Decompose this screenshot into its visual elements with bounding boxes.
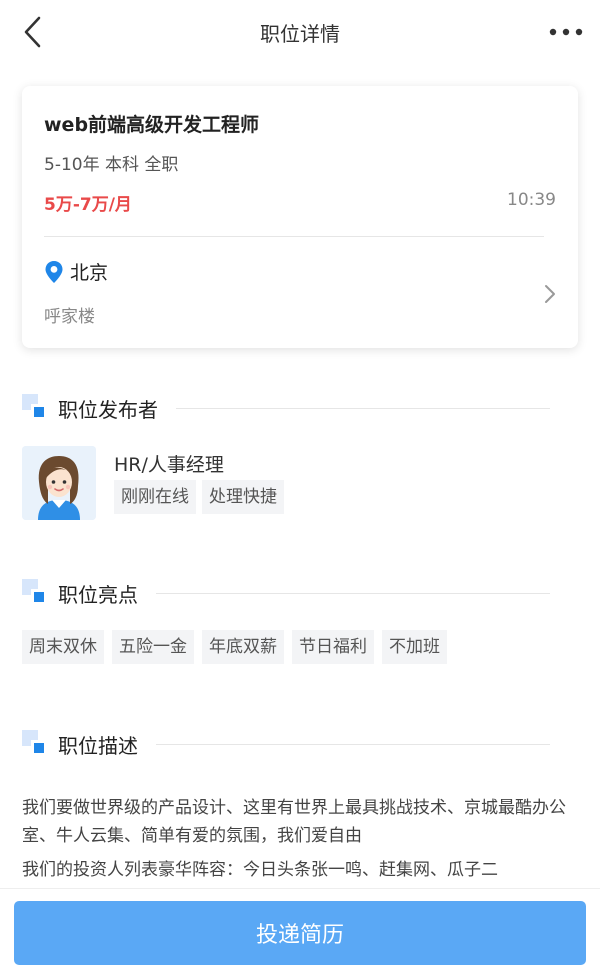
location-row[interactable]: 北京 [44, 258, 108, 285]
location-pin-icon [45, 260, 63, 283]
page-title: 职位详情 [260, 22, 340, 46]
publisher-tags: 刚刚在线 处理快捷 [114, 480, 284, 514]
female-avatar-icon [22, 446, 96, 520]
apply-resume-button[interactable]: 投递简历 [14, 901, 586, 965]
job-description: 我们要做世界级的产品设计、这里有世界上最具挑战技术、京城最酷办公室、牛人云集、简… [22, 794, 582, 890]
section-divider [156, 592, 550, 594]
job-address: 呼家楼 [44, 307, 95, 327]
section-square-icon [22, 394, 50, 422]
chevron-right-icon[interactable] [542, 282, 558, 306]
job-requirements: 5-10年 本科 全职 [44, 155, 179, 175]
section-publisher-header: 职位发布者 [22, 393, 550, 423]
job-salary: 5万-7万/月 [44, 195, 132, 215]
section-title: 职位亮点 [58, 582, 138, 607]
publisher-name: HR/人事经理 [114, 454, 224, 476]
section-square-icon [22, 730, 50, 758]
publisher-tag: 处理快捷 [202, 480, 284, 514]
highlight-tag: 周末双休 [22, 630, 104, 664]
section-divider [176, 407, 550, 409]
posted-time: 10:39 [507, 190, 556, 210]
highlight-tag: 节日福利 [292, 630, 374, 664]
bottom-action-bar: 投递简历 [0, 888, 600, 974]
description-paragraph: 我们的投资人列表豪华阵容：今日头条张一鸣、赶集网、瓜子二 [22, 860, 498, 880]
section-square-icon [22, 579, 50, 607]
section-description-header: 职位描述 [22, 729, 550, 759]
highlight-tag: 不加班 [382, 630, 447, 664]
job-summary-card: web前端高级开发工程师 5-10年 本科 全职 5万-7万/月 10:39 北… [22, 86, 578, 348]
highlight-tags: 周末双休 五险一金 年底双薪 节日福利 不加班 [22, 630, 447, 664]
section-title: 职位描述 [58, 733, 138, 758]
avatar [22, 446, 96, 520]
card-divider [44, 236, 544, 237]
more-button[interactable] [546, 16, 586, 48]
top-nav: 职位详情 [0, 0, 600, 64]
section-highlights-header: 职位亮点 [22, 578, 550, 608]
description-paragraph: 我们要做世界级的产品设计、这里有世界上最具挑战技术、京城最酷办公室、牛人云集、简… [22, 798, 566, 846]
job-title: web前端高级开发工程师 [44, 114, 260, 136]
job-city: 北京 [70, 262, 109, 284]
publisher-tag: 刚刚在线 [114, 480, 196, 514]
more-horizontal-icon [549, 28, 583, 36]
section-divider [156, 743, 550, 745]
section-title: 职位发布者 [58, 397, 158, 422]
highlight-tag: 五险一金 [112, 630, 194, 664]
highlight-tag: 年底双薪 [202, 630, 284, 664]
